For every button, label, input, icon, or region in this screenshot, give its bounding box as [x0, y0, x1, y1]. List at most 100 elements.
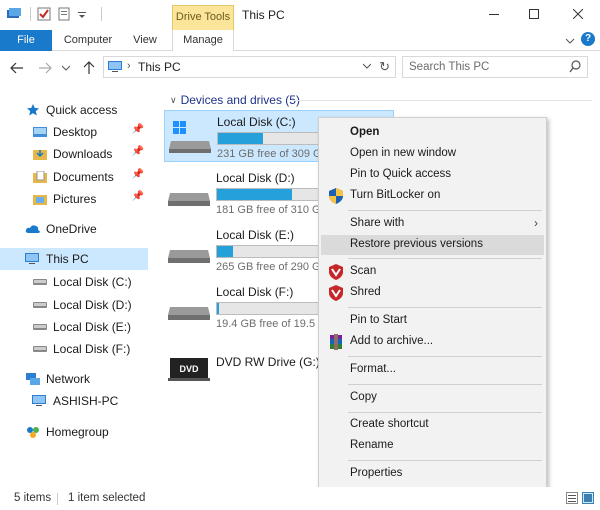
hard-drive-icon [32, 274, 48, 290]
drive-usage-fill [217, 189, 292, 200]
menu-item-pin-start[interactable]: Pin to Start [321, 311, 544, 331]
hard-drive-icon [168, 175, 212, 214]
nav-network-pc[interactable]: ASHISH-PC [32, 390, 144, 412]
menu-item-create-shortcut[interactable]: Create shortcut [321, 415, 544, 435]
drive-free-space: 231 GB free of 309 G [217, 148, 322, 160]
nav-drive-c[interactable]: Local Disk (C:) [32, 271, 144, 293]
nav-network[interactable]: Network [25, 368, 143, 390]
nav-item-documents[interactable]: Documents 📌 [32, 166, 144, 188]
close-icon[interactable] [565, 3, 591, 25]
computer-icon [25, 251, 41, 267]
menu-item-add-archive[interactable]: Add to archive... [321, 332, 544, 352]
pin-icon[interactable]: 📌 [132, 169, 144, 180]
tab-file[interactable]: File [0, 30, 52, 51]
new-folder-icon[interactable] [57, 7, 71, 21]
quick-access-toolbar [6, 7, 102, 21]
drive-tools-context-label: Drive Tools [172, 5, 234, 30]
menu-item-open[interactable]: Open [321, 123, 544, 143]
properties-icon[interactable] [37, 7, 51, 21]
recent-locations-icon[interactable] [60, 59, 72, 77]
nav-item-downloads[interactable]: Downloads 📌 [32, 143, 144, 165]
expand-ribbon-icon[interactable] [565, 35, 575, 49]
nav-homegroup[interactable]: Homegroup [25, 421, 143, 443]
tab-computer[interactable]: Computer [58, 30, 118, 51]
star-icon [25, 102, 41, 118]
drive-name: Local Disk (D:) [216, 171, 295, 185]
items-count: 5 items [14, 492, 52, 504]
menu-item-rename[interactable]: Rename [321, 436, 544, 456]
window-title: This PC [242, 8, 285, 22]
pictures-folder-icon [32, 191, 48, 207]
menu-item-properties[interactable]: Properties [321, 464, 544, 484]
nav-item-pictures[interactable]: Pictures 📌 [32, 188, 144, 210]
windows-drive-icon [169, 119, 213, 158]
drive-usage-fill [218, 133, 263, 144]
dvd-drive-icon: DVD [168, 348, 212, 387]
address-dropdown-icon[interactable] [362, 61, 372, 71]
hard-drive-icon [168, 289, 212, 328]
menu-item-restore-versions[interactable]: Restore previous versions [321, 235, 544, 255]
explorer-app-icon[interactable] [6, 7, 21, 21]
menu-item-bitlocker[interactable]: Turn BitLocker on [321, 186, 544, 206]
nav-label: Documents [53, 170, 114, 184]
drive-free-space: 19.4 GB free of 19.5 G [216, 318, 327, 330]
winrar-archive-icon [329, 334, 343, 353]
pin-icon[interactable]: 📌 [132, 146, 144, 157]
address-bar[interactable]: › This PC ↻ [103, 56, 396, 78]
drive-free-space: 181 GB free of 310 G [216, 204, 321, 216]
menu-item-pin-quick-access[interactable]: Pin to Quick access [321, 165, 544, 185]
help-icon[interactable]: ? [581, 32, 595, 46]
drive-name: Local Disk (F:) [216, 285, 294, 299]
nav-label: ASHISH-PC [53, 394, 119, 408]
drive-name: Local Disk (C:) [217, 115, 296, 129]
menu-item-shred[interactable]: Shred [321, 283, 544, 303]
nav-drive-e[interactable]: Local Disk (E:) [32, 316, 144, 338]
nav-this-pc[interactable]: This PC [0, 248, 148, 270]
maximize-icon[interactable] [521, 3, 547, 25]
tab-manage[interactable]: Manage [172, 30, 234, 52]
documents-folder-icon [32, 169, 48, 185]
pin-icon[interactable]: 📌 [132, 191, 144, 202]
nav-label: Homegroup [46, 425, 109, 439]
forward-arrow-icon[interactable] [36, 59, 54, 77]
pin-icon[interactable]: 📌 [132, 124, 144, 135]
group-divider [292, 100, 592, 101]
search-icon[interactable] [569, 60, 581, 77]
nav-onedrive[interactable]: OneDrive [25, 218, 143, 240]
back-arrow-icon[interactable] [8, 59, 26, 77]
nav-drive-d[interactable]: Local Disk (D:) [32, 294, 144, 316]
menu-item-format[interactable]: Format... [321, 360, 544, 380]
antivirus-shield-icon [329, 264, 343, 283]
refresh-icon[interactable]: ↻ [379, 59, 390, 75]
nav-label: Quick access [46, 103, 118, 117]
menu-item-copy[interactable]: Copy [321, 388, 544, 408]
shield-icon [329, 188, 343, 207]
minimize-icon[interactable] [481, 3, 507, 25]
collapse-chevron-icon[interactable]: ∨ [170, 95, 177, 106]
homegroup-icon [25, 424, 41, 440]
menu-separator [348, 460, 542, 461]
nav-quick-access[interactable]: Quick access [25, 99, 143, 121]
menu-separator [348, 356, 542, 357]
tab-view[interactable]: View [124, 30, 166, 51]
search-input[interactable]: Search This PC [402, 56, 588, 78]
nav-item-desktop[interactable]: Desktop 📌 [32, 121, 144, 143]
nav-drive-f[interactable]: Local Disk (F:) [32, 338, 144, 360]
group-header[interactable]: ∨ Devices and drives (5) [170, 93, 300, 107]
nav-label: Downloads [53, 147, 113, 161]
antivirus-shield-icon [329, 285, 343, 304]
drive-free-space: 265 GB free of 290 G [216, 261, 321, 273]
nav-label: Local Disk (C:) [53, 275, 132, 289]
address-path: This PC [138, 60, 181, 74]
search-placeholder: Search This PC [409, 61, 490, 73]
nav-label: Local Disk (D:) [53, 298, 132, 312]
large-icons-view-icon[interactable] [582, 492, 594, 504]
menu-item-share-with[interactable]: Share with › [321, 214, 544, 234]
customize-toolbar-icon[interactable] [77, 7, 91, 21]
details-view-icon[interactable] [566, 492, 578, 504]
breadcrumb-chevron-icon[interactable]: › [127, 60, 131, 72]
group-header-label: Devices and drives (5) [180, 93, 300, 107]
menu-item-open-new-window[interactable]: Open in new window [321, 144, 544, 164]
menu-item-scan[interactable]: Scan [321, 262, 544, 282]
up-arrow-icon[interactable] [80, 59, 98, 77]
